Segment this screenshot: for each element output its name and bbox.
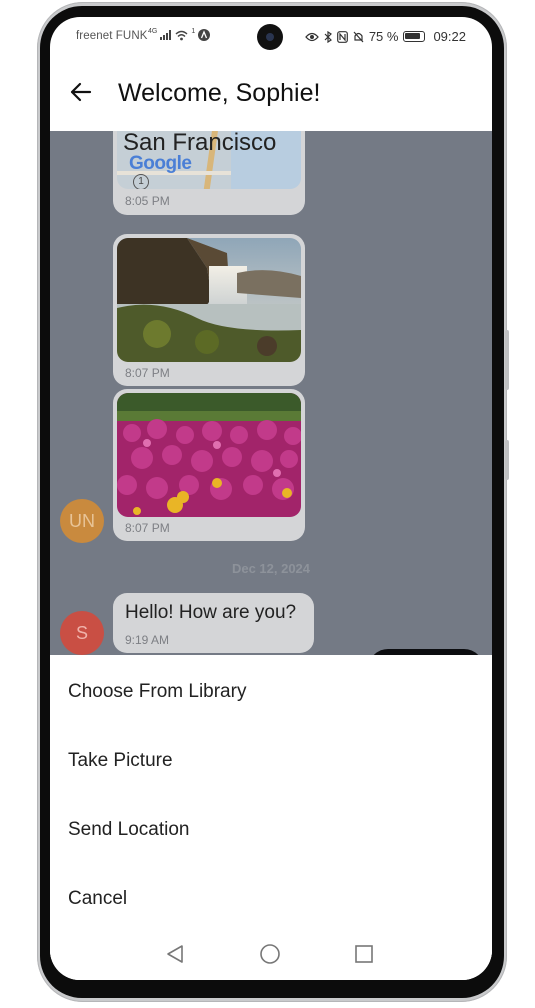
waterfall-image[interactable]	[117, 238, 301, 362]
arrow-left-icon	[70, 82, 92, 102]
location-message[interactable]: San Francisco Google 1 8:05 PM	[113, 131, 305, 215]
avatar-initials: UN	[69, 510, 95, 531]
nfc-icon	[336, 30, 348, 43]
date-separator: Dec 12, 2024	[231, 561, 311, 576]
nav-home-button[interactable]	[258, 942, 282, 966]
clock: 09:22	[433, 29, 466, 44]
volume-button	[505, 330, 509, 390]
square-recents-icon	[355, 945, 373, 963]
battery-percent: 75 %	[368, 29, 399, 44]
take-picture-option[interactable]: Take Picture	[68, 750, 173, 772]
avatar[interactable]: UN	[60, 499, 104, 543]
nav-recents-button[interactable]	[352, 942, 376, 966]
triangle-back-icon	[167, 945, 183, 963]
chat-area: San Francisco Google 1 8:05 PM 8:07 PM 8…	[50, 131, 492, 691]
send-location-option[interactable]: Send Location	[68, 819, 190, 841]
bluetooth-icon	[324, 30, 332, 43]
wifi-icon	[175, 30, 188, 40]
signal-group: 4G 1	[148, 27, 211, 41]
flowers-image[interactable]	[117, 393, 301, 517]
app-a-icon	[198, 29, 211, 41]
sim-label: 1	[191, 27, 196, 35]
image-message[interactable]: 8:07 PM	[113, 234, 305, 386]
image-message[interactable]: 8:07 PM	[113, 389, 305, 541]
signal-icon	[160, 30, 172, 40]
carrier-label: freenet FUNK	[76, 30, 148, 42]
app-header: Welcome, Sophie!	[50, 57, 492, 131]
nav-back-button[interactable]	[163, 942, 187, 966]
map-brand-label: Google	[129, 153, 192, 174]
message-time: 8:07 PM	[125, 366, 170, 380]
screen: freenet FUNK 4G 1 75 % 09:22 Welcome, So…	[50, 17, 492, 980]
mute-bell-icon	[353, 31, 364, 42]
front-camera	[257, 24, 283, 50]
choose-from-library-option[interactable]: Choose From Library	[68, 681, 246, 703]
back-button[interactable]	[66, 77, 96, 107]
text-message[interactable]: Hello! How are you? 9:19 AM	[113, 593, 314, 653]
message-time: 9:19 AM	[125, 633, 170, 647]
message-text: Hello! How are you?	[125, 602, 297, 623]
power-button	[505, 440, 509, 480]
system-nav-bar	[50, 922, 492, 980]
network-type-label: 4G	[148, 27, 158, 35]
battery-icon	[403, 31, 426, 42]
map-marker-label: 1	[133, 174, 149, 189]
avatar-initials: S	[75, 622, 88, 643]
message-time: 8:07 PM	[125, 521, 170, 535]
map-thumbnail[interactable]: San Francisco Google 1	[117, 131, 301, 189]
circle-home-icon	[260, 944, 280, 964]
message-time: 8:05 PM	[125, 194, 170, 208]
status-right-group: 75 % 09:22	[304, 29, 466, 44]
cancel-option[interactable]: Cancel	[68, 888, 127, 910]
eye-icon	[304, 32, 319, 41]
page-title: Welcome, Sophie!	[118, 79, 321, 107]
status-bar: freenet FUNK 4G 1 75 % 09:22	[50, 17, 492, 57]
avatar[interactable]: S	[60, 611, 104, 655]
